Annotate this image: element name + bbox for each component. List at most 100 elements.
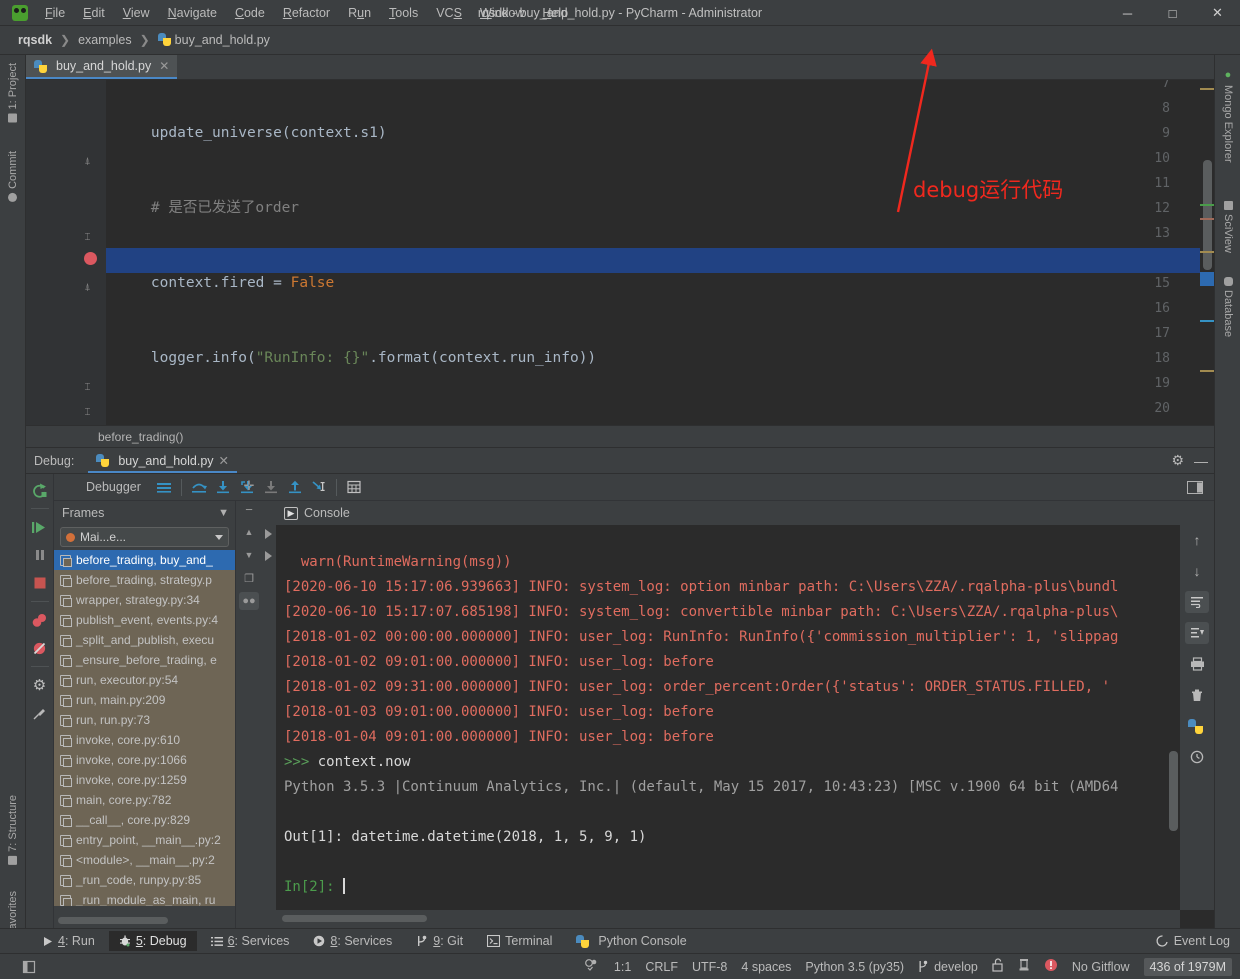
minimize-button[interactable]: ─ xyxy=(1105,0,1150,26)
list-item[interactable]: __call__, core.py:829 xyxy=(54,810,235,830)
console-vertical-scrollbar-thumb[interactable] xyxy=(1169,751,1178,831)
menu-navigate[interactable]: Navigate xyxy=(159,3,226,23)
menu-help[interactable]: Help xyxy=(533,3,577,23)
close-icon[interactable]: ✕ xyxy=(219,453,229,468)
unlocked-icon[interactable] xyxy=(992,958,1004,975)
editor-scrollbar-thumb[interactable] xyxy=(1203,160,1212,270)
fold-marker-icon[interactable]: ⍋ xyxy=(82,282,93,293)
menu-edit[interactable]: Edit xyxy=(74,3,114,23)
sidebar-item-database[interactable]: Database xyxy=(1215,273,1240,341)
clear-all-button[interactable] xyxy=(1185,684,1209,706)
menu-file[interactable]: File xyxy=(36,3,74,23)
fold-marker-icon[interactable]: ⌶ xyxy=(82,232,93,243)
resume-program-button[interactable] xyxy=(30,517,50,537)
sidebar-item-project[interactable]: 1: Project xyxy=(0,59,26,126)
list-item[interactable]: run, run.py:73 xyxy=(54,710,235,730)
close-icon[interactable]: ✕ xyxy=(159,59,169,73)
background-tasks-icon[interactable] xyxy=(1018,958,1030,975)
toggle-toolwindow-button[interactable] xyxy=(0,960,36,974)
inspect-button[interactable]: ●● xyxy=(239,592,259,610)
minimize-icon[interactable]: — xyxy=(1194,453,1208,469)
breakpoint-marker[interactable] xyxy=(84,252,97,265)
list-item[interactable]: invoke, core.py:1259 xyxy=(54,770,235,790)
move-up-button[interactable]: ▲ xyxy=(239,523,259,541)
breadcrumb-item-file[interactable]: buy_and_hold.py xyxy=(154,31,274,49)
step-into-button[interactable] xyxy=(212,477,234,497)
debug-session-tab[interactable]: buy_and_hold.py ✕ xyxy=(88,450,237,473)
indent-setting[interactable]: 4 spaces xyxy=(741,960,791,974)
menu-window[interactable]: Window xyxy=(471,3,533,23)
history-button[interactable] xyxy=(1185,746,1209,768)
list-item[interactable]: before_trading, strategy.p xyxy=(54,570,235,590)
show-frames-button[interactable] xyxy=(153,477,175,497)
sidebar-item-mongo-explorer[interactable]: ● Mongo Explorer xyxy=(1215,65,1240,167)
sidebar-item-sciview[interactable]: SciView xyxy=(1215,197,1240,257)
mute-breakpoints-button[interactable] xyxy=(30,638,50,658)
fold-marker-icon[interactable]: ⌶ xyxy=(82,382,93,393)
layout-settings-button[interactable] xyxy=(1184,477,1206,497)
list-item[interactable]: _run_module_as_main, ru xyxy=(54,890,235,906)
run-to-cursor-button[interactable] xyxy=(308,477,330,497)
sidebar-item-structure[interactable]: 7: Structure xyxy=(0,791,26,869)
tool-window-run[interactable]: 4: Run xyxy=(32,931,105,951)
menu-refactor[interactable]: Refactor xyxy=(274,3,339,23)
list-item[interactable]: entry_point, __main__.py:2 xyxy=(54,830,235,850)
step-out-button[interactable] xyxy=(284,477,306,497)
breadcrumb-item-examples[interactable]: examples xyxy=(74,31,136,49)
event-log-button[interactable]: Event Log xyxy=(1156,934,1230,948)
tool-window-todo[interactable]: 6: Services xyxy=(201,931,300,951)
list-item[interactable]: wrapper, strategy.py:34 xyxy=(54,590,235,610)
file-encoding[interactable]: UTF-8 xyxy=(692,960,727,974)
interpreter-selector[interactable]: Python 3.5 (py35) xyxy=(805,960,904,974)
list-item[interactable]: publish_event, events.py:4 xyxy=(54,610,235,630)
tool-window-debug[interactable]: 5: Debug xyxy=(109,931,197,951)
console-horizontal-scrollbar[interactable] xyxy=(276,910,1180,928)
tool-window-services[interactable]: 8: Services xyxy=(303,931,402,951)
gitflow-status[interactable]: No Gitflow xyxy=(1072,960,1130,974)
settings-button[interactable]: ⚙ xyxy=(30,675,50,695)
tool-window-terminal[interactable]: Terminal xyxy=(477,931,562,951)
stop-button[interactable] xyxy=(30,573,50,593)
caret-position[interactable]: 1:1 xyxy=(614,960,631,974)
print-button[interactable] xyxy=(1185,653,1209,675)
code-editor[interactable]: 7 8 9 10 11 12 13 14 15 16 17 18 19 20 ⍋… xyxy=(26,80,1214,447)
step-over-button[interactable] xyxy=(188,477,210,497)
list-item[interactable]: before_trading, buy_and_ xyxy=(54,550,235,570)
editor-tab-buy-and-hold[interactable]: buy_and_hold.py ✕ xyxy=(26,55,177,79)
list-item[interactable]: <module>, __main__.py:2 xyxy=(54,850,235,870)
pause-program-button[interactable] xyxy=(30,545,50,565)
evaluate-expression-button[interactable] xyxy=(343,477,365,497)
remove-watch-button[interactable]: − xyxy=(239,500,259,518)
python-console-button[interactable] xyxy=(1185,715,1209,737)
tool-window-git[interactable]: 9: Git xyxy=(406,931,473,951)
menu-vcs[interactable]: VCS xyxy=(427,3,471,23)
menu-tools[interactable]: Tools xyxy=(380,3,427,23)
tool-window-python-console[interactable]: Python Console xyxy=(566,931,696,951)
pin-tab-button[interactable] xyxy=(30,703,50,723)
editor-vertical-scrollbar[interactable] xyxy=(1200,80,1214,447)
error-icon[interactable] xyxy=(1044,958,1058,975)
debugger-tab-label[interactable]: Debugger xyxy=(86,480,141,494)
inspections-icon[interactable] xyxy=(584,958,600,975)
copy-value-button[interactable]: ❐ xyxy=(239,569,259,587)
scroll-to-end-button[interactable] xyxy=(1185,622,1209,644)
gear-icon[interactable]: ⚙ xyxy=(1171,452,1184,469)
fold-marker-icon[interactable]: ⍋ xyxy=(82,156,93,167)
fold-marker-icon[interactable]: ⌶ xyxy=(82,407,93,418)
thread-selector[interactable]: Mai...e... xyxy=(60,527,229,547)
rerun-button[interactable] xyxy=(30,480,50,500)
list-item[interactable]: _run_code, runpy.py:85 xyxy=(54,870,235,890)
view-breakpoints-button[interactable] xyxy=(30,610,50,630)
console-title[interactable]: Console xyxy=(304,506,350,520)
menu-view[interactable]: View xyxy=(114,3,159,23)
console-scrollbar-thumb[interactable] xyxy=(282,915,427,922)
sidebar-item-commit[interactable]: Commit xyxy=(0,147,26,206)
line-separator[interactable]: CRLF xyxy=(645,960,678,974)
scroll-up-button[interactable]: ↑ xyxy=(1185,529,1209,551)
chevron-down-icon[interactable]: ▼ xyxy=(218,507,229,519)
menu-code[interactable]: Code xyxy=(226,3,274,23)
expand-right-icon-2[interactable] xyxy=(265,551,272,561)
close-button[interactable]: ✕ xyxy=(1195,0,1240,26)
breadcrumb-item-project[interactable]: rqsdk xyxy=(14,31,56,49)
console-output[interactable]: warn(RuntimeWarning(msg)) [2020-06-10 15… xyxy=(276,525,1180,910)
